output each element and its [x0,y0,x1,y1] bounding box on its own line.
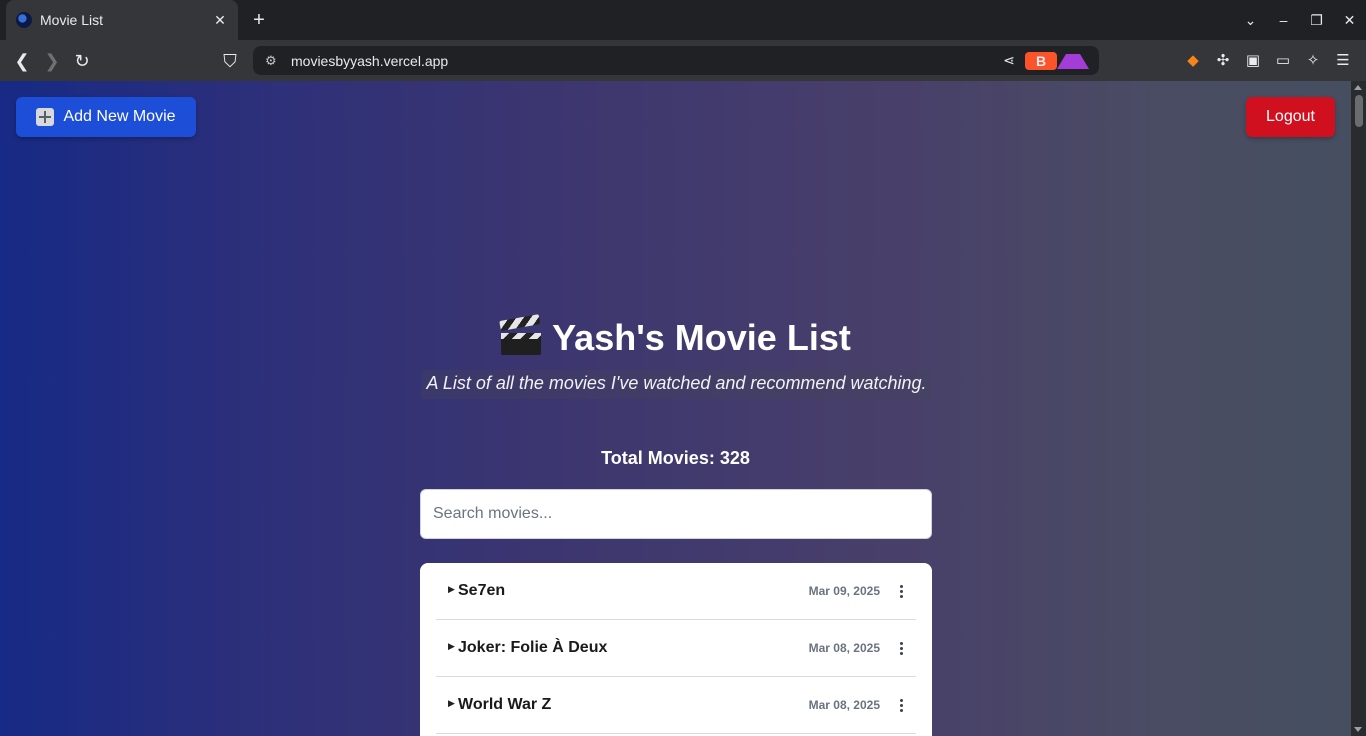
movie-list: ▶ Se7en Mar 09, 2025 ▶ Joker: Folie À De… [420,563,932,736]
movie-date: Mar 08, 2025 [808,698,880,712]
expand-caret-icon[interactable]: ▶ [448,584,458,595]
tab-search-icon[interactable]: ⌄ [1234,12,1267,29]
close-window-icon[interactable]: ✕ [1333,12,1366,29]
forward-arrow-icon[interactable]: ❯ [39,48,65,74]
brave-rewards-icon[interactable] [1057,52,1089,69]
movie-title: World War Z [458,696,552,713]
leo-ai-icon[interactable]: ✧ [1298,48,1328,74]
list-item[interactable]: ▶ Joker: Folie À Deux Mar 08, 2025 [436,620,916,677]
wallet-icon[interactable]: ▭ [1268,48,1298,74]
minimize-icon[interactable]: – [1267,12,1300,28]
add-new-movie-label: Add New Movie [63,108,176,125]
more-options-icon[interactable] [894,641,908,655]
search-input[interactable] [420,489,932,539]
window-controls: ⌄ – ❐ ✕ [1234,0,1366,40]
restore-icon[interactable]: ❐ [1300,12,1333,29]
subtitle-box: A List of all the movies I've watched an… [421,370,932,399]
site-favicon-icon [16,12,32,28]
scroll-down-arrow-icon[interactable] [1354,727,1362,732]
browser-tab[interactable]: Movie List ✕ [6,0,238,40]
address-bar[interactable]: ⚙ moviesbyyash.vercel.app ⋖ B [253,46,1099,75]
movie-date: Mar 09, 2025 [808,584,880,598]
bookmark-icon[interactable]: ⛉ [217,48,243,74]
movie-title: Joker: Folie À Deux [458,639,608,656]
plus-icon [36,108,55,126]
back-arrow-icon[interactable]: ❮ [9,48,35,74]
more-options-icon[interactable] [894,698,908,712]
brave-shields-icon[interactable]: B [1025,51,1057,70]
expand-caret-icon[interactable]: ▶ [448,698,458,709]
browser-tab-bar: Movie List ✕ + ⌄ – ❐ ✕ [0,0,1366,40]
metamask-icon[interactable]: ◆ [1178,48,1208,74]
share-icon[interactable]: ⋖ [993,52,1025,69]
page-viewport: Add New Movie Logout Yash's Movie List A… [0,81,1366,736]
extensions-area: ◆ ✣ ▣ ▭ ✧ ☰ [1178,48,1358,74]
hero: Yash's Movie List [0,314,1351,362]
page-scrollbar[interactable] [1351,81,1366,736]
reload-icon[interactable]: ↻ [69,48,95,74]
add-new-movie-button[interactable]: Add New Movie [16,97,196,137]
list-item[interactable]: ▶ World War Z Mar 08, 2025 [436,677,916,734]
browser-toolbar: ❮ ❯ ↻ ⛉ ⚙ moviesbyyash.vercel.app ⋖ B ◆ … [0,40,1366,81]
expand-caret-icon[interactable]: ▶ [448,641,458,652]
list-item[interactable]: ▶ Se7en Mar 09, 2025 [436,563,916,620]
clapperboard-icon [499,314,542,357]
url-text[interactable]: moviesbyyash.vercel.app [291,53,993,69]
total-movies-count: Total Movies: 328 [601,448,750,468]
site-settings-icon[interactable]: ⚙ [265,53,291,69]
close-tab-icon[interactable]: ✕ [212,12,228,29]
logout-button[interactable]: Logout [1246,97,1335,137]
tab-title: Movie List [40,12,104,28]
extensions-icon[interactable]: ✣ [1208,48,1238,74]
page-subtitle: A List of all the movies I've watched an… [426,373,927,393]
sidebar-icon[interactable]: ▣ [1238,48,1268,74]
menu-icon[interactable]: ☰ [1328,48,1358,74]
page-title: Yash's Movie List [499,314,851,359]
movie-date: Mar 08, 2025 [808,641,880,655]
scroll-up-arrow-icon[interactable] [1354,85,1362,90]
scroll-thumb[interactable] [1355,95,1363,127]
movie-title: Se7en [458,582,506,599]
more-options-icon[interactable] [894,584,908,598]
page-title-text: Yash's Movie List [552,317,851,358]
new-tab-button[interactable]: + [248,9,270,31]
